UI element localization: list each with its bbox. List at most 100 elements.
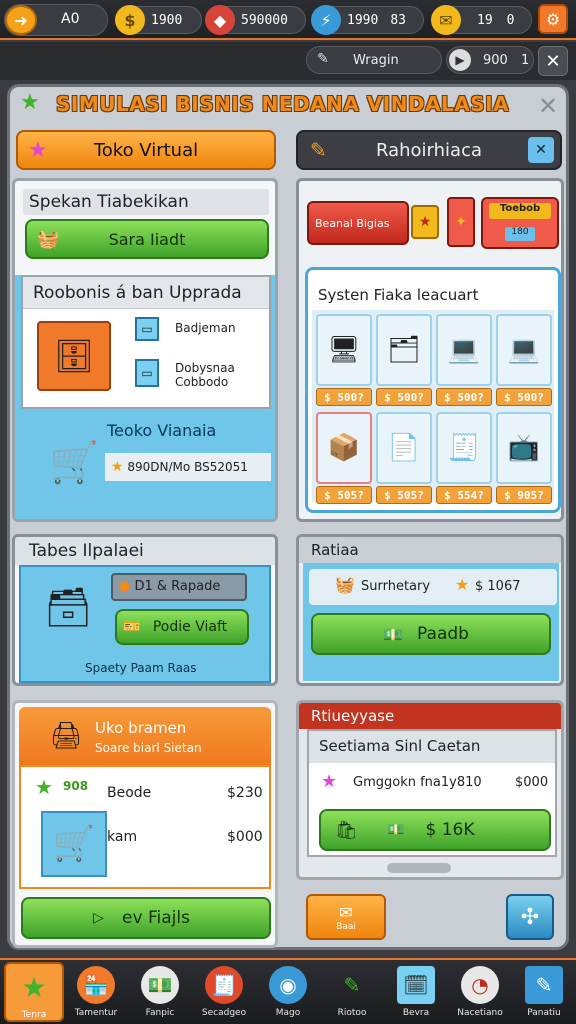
cash-button-icon: 💵 bbox=[383, 624, 403, 644]
item-laptop-2[interactable]: 💻 bbox=[496, 314, 552, 386]
right-bottom-header: Rtiueyyase bbox=[299, 703, 561, 729]
level-pill[interactable]: ➜ A0 bbox=[4, 4, 108, 36]
panel-close-icon[interactable]: ✕ bbox=[538, 92, 558, 120]
rapade-label-box: ● D1 & Rapade bbox=[111, 573, 247, 601]
nav-item-store[interactable]: 🏪 Tamentur bbox=[66, 962, 126, 1022]
item-box-1[interactable]: 📦 bbox=[316, 412, 372, 484]
energy-pill[interactable]: ⚡ 1990 83 bbox=[311, 5, 424, 35]
nav-item-calendar[interactable]: 🗓 Bevra bbox=[386, 962, 446, 1022]
cash-pill[interactable]: $ 1900 bbox=[115, 5, 202, 35]
nav-label-5: Riotoo bbox=[337, 1008, 367, 1018]
nav-label-8: Panatiu bbox=[527, 1008, 561, 1018]
left-mid-caption: Spaety Paam Raas bbox=[85, 661, 197, 675]
nav-item-tools[interactable]: ✎ Riotoo bbox=[322, 962, 382, 1022]
star-price-icon: ★ bbox=[455, 575, 470, 594]
basket-row-icon: 🧺 bbox=[335, 575, 355, 594]
buy-16k-label: $ 16K bbox=[425, 820, 475, 840]
card-header: Spekan Tiabekikan bbox=[23, 189, 269, 215]
small-offer-box[interactable]: Toebob 180 bbox=[481, 197, 559, 249]
globe-nav-icon: ◉ bbox=[269, 966, 307, 1004]
puzzle-icon[interactable]: ✣ bbox=[506, 894, 554, 940]
upgrade-header: Roobonis á ban Upprada bbox=[23, 277, 269, 309]
counter-pill[interactable]: ▶ 900 1 bbox=[446, 46, 534, 74]
small-offer-label: Toebob bbox=[489, 203, 551, 219]
cart-bottom-icon: 🛒 bbox=[41, 811, 107, 877]
nav-item-register[interactable]: 🧾 Secadgeo bbox=[194, 962, 254, 1022]
level-label: A0 bbox=[61, 11, 80, 27]
sara-button[interactable]: 🧺 Sara Iiadt bbox=[25, 219, 269, 259]
tab-star-icon: ★ bbox=[28, 138, 48, 163]
right-bottom-row-value: $000 bbox=[515, 775, 549, 790]
price-7: $ 554? bbox=[436, 486, 492, 504]
gems-value: 590000 bbox=[241, 12, 288, 28]
item-tv-1[interactable]: 📺 bbox=[496, 412, 552, 484]
left-mid-header: Tabes Ilpalaei bbox=[15, 537, 275, 565]
left-bottom-content: ★ 908 Beode $230 🛒 kam $000 bbox=[19, 765, 271, 889]
shelf-icon: 🗄 bbox=[37, 321, 111, 391]
nav-item-settings[interactable]: ✎ Panatiu bbox=[514, 962, 574, 1022]
energy-icon: ⚡ bbox=[311, 5, 341, 35]
register-nav-icon: 🧾 bbox=[205, 966, 243, 1004]
podie-button[interactable]: 🎫 Podie Viaft bbox=[115, 609, 249, 645]
tools-icon[interactable]: ✕ bbox=[528, 137, 554, 163]
right-bottom-row-name: Gmggokn fna1y810 bbox=[353, 775, 482, 790]
settings-gear-icon[interactable]: ⚙ bbox=[538, 4, 568, 34]
tab-right[interactable]: ✎ Rahoirhiaca ✕ bbox=[296, 130, 562, 170]
screen-icon: ▭ bbox=[135, 359, 159, 387]
register-icon: 🗃 bbox=[43, 584, 93, 629]
ticket-button-icon: 🎫 bbox=[123, 619, 141, 635]
item-register-1[interactable]: 🧾 bbox=[436, 412, 492, 484]
right-bottom-content: Seetiama Sinl Caetan ★ Gmggokn fna1y810 … bbox=[307, 729, 557, 857]
nav-label-0: Tenra bbox=[21, 1010, 47, 1020]
cash-value: 1900 bbox=[151, 12, 183, 28]
podie-button-label: Podie Viaft bbox=[152, 619, 228, 635]
nav-item-money[interactable]: 💵 Fanpic bbox=[130, 962, 190, 1022]
tickets-sub-value: 0 bbox=[506, 12, 515, 28]
close-icon[interactable]: ✕ bbox=[538, 46, 568, 76]
star-icon: ★ bbox=[20, 90, 40, 115]
search-field[interactable]: ✎ Wragin bbox=[306, 46, 442, 74]
rapade-label: D1 & Rapade bbox=[134, 579, 221, 594]
item-laptop-1[interactable]: 💻 bbox=[436, 314, 492, 386]
small-offer-value: 180 bbox=[505, 227, 535, 241]
item-papers-1[interactable]: 📄 bbox=[376, 412, 432, 484]
orange-action-button[interactable]: ✉ Baai bbox=[306, 894, 386, 940]
nav-item-home[interactable]: ★ Tenra bbox=[4, 962, 64, 1022]
upgrade-box: Roobonis á ban Upprada 🗄 ▭ Badjeman ▭ Do… bbox=[21, 275, 271, 409]
paadb-button[interactable]: 💵 Paadb bbox=[311, 613, 551, 655]
gift-icon: ✦ bbox=[447, 197, 475, 247]
energy-sub-value: 83 bbox=[390, 12, 406, 28]
surrhetary-row: 🧺 Surrhetary ★ $ 1067 bbox=[309, 569, 557, 605]
gems-pill[interactable]: ◆ 590000 bbox=[205, 5, 306, 35]
shop-nav-icon: 🏪 bbox=[77, 966, 115, 1004]
gold-star-icon: ★ bbox=[111, 459, 124, 475]
tab-toko-virtual[interactable]: ★ Toko Virtual bbox=[16, 130, 276, 170]
nav-label-6: Bevra bbox=[402, 1008, 430, 1018]
paadb-button-label: Paadb bbox=[417, 624, 469, 644]
tickets-pill[interactable]: ✉ 19 0 bbox=[431, 5, 532, 35]
printer-icon: 🖨 bbox=[49, 721, 83, 751]
item-desk-1[interactable]: 🗂 bbox=[376, 314, 432, 386]
star-badge-icon: ★ bbox=[411, 205, 439, 239]
counter-sub-value: 1 bbox=[521, 53, 530, 68]
item-monitor-1[interactable]: 🖥 bbox=[316, 314, 372, 386]
buy-16k-button[interactable]: 🛍 💵 $ 16K bbox=[319, 809, 551, 851]
page-title: SIMULASI BISNIS NEDANA VINDALASIA bbox=[56, 92, 510, 116]
right-mid-header: Ratiaa bbox=[299, 537, 561, 563]
nav-item-stats[interactable]: ◔ Nacetiano bbox=[450, 962, 510, 1022]
fiajls-button[interactable]: ▷ ev Fiajls bbox=[21, 897, 271, 939]
pink-star-icon: ★ bbox=[321, 771, 338, 792]
nav-item-map[interactable]: ◉ Mago bbox=[258, 962, 318, 1022]
nav-label-1: Tamentur bbox=[74, 1008, 118, 1018]
back-arrow-icon[interactable]: ➜ bbox=[5, 5, 37, 35]
store-title: Teoko Vianaia bbox=[107, 421, 217, 440]
pencil-tab-icon: ✎ bbox=[310, 138, 327, 162]
scroll-handle[interactable] bbox=[387, 863, 451, 873]
price-3: $ 500? bbox=[436, 388, 492, 406]
upgrade-item-3: Cobbodo bbox=[175, 375, 229, 389]
red-offer-button[interactable]: Beanal Bigias bbox=[307, 201, 409, 245]
store-price-box: ★ 890DN/Mo BS52051 bbox=[105, 453, 271, 481]
price-4: $ 500? bbox=[496, 388, 552, 406]
fiajls-button-label: ev Fiajls bbox=[122, 908, 190, 928]
left-bottom-subheader: Soare biarl Sietan bbox=[95, 741, 202, 755]
